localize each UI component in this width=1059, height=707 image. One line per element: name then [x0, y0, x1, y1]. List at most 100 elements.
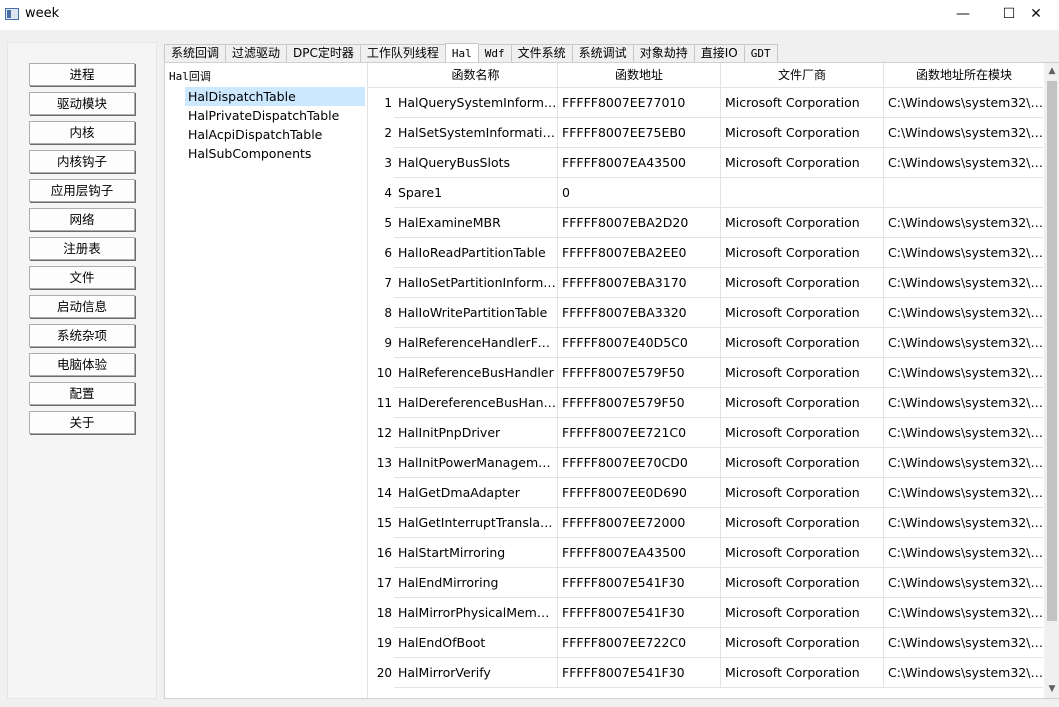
nav-button[interactable]: 内核钩子	[29, 150, 135, 173]
module-cell: C:\Windows\system32\ntoskrnl.exe	[884, 388, 1043, 418]
row-number: 20	[376, 666, 392, 680]
table-row[interactable]: 20 HalMirrorVerify FFFFF8007E541F30 Microso…	[368, 658, 1043, 688]
column-header-module[interactable]: 函数地址所在模块	[884, 63, 1043, 88]
table-row[interactable]: 2 HalSetSystemInformation FFFFF8007EE75EB0…	[368, 118, 1043, 148]
module-cell: C:\Windows\system32\ntoskrnl.exe	[884, 208, 1043, 238]
function-name-cell: HalQuerySystemInformation	[394, 88, 558, 118]
column-header-function-address[interactable]: 函数地址	[558, 63, 721, 88]
row-number: 14	[376, 486, 392, 500]
function-address-cell: FFFFF8007EBA2EE0	[558, 238, 721, 268]
table-row[interactable]: 6 HalIoReadPartitionTable FFFFF8007EBA2EE0…	[368, 238, 1043, 268]
vendor-cell: Microsoft Corporation	[721, 208, 884, 238]
hal-table: 函数名称 函数地址 文件厂商 函数地址所在模块 1 HalQuerySystemI…	[367, 63, 1043, 698]
function-name-cell: HalInitPnpDriver	[394, 418, 558, 448]
vendor-cell: Microsoft Corporation	[721, 358, 884, 388]
vendor-cell: Microsoft Corporation	[721, 448, 884, 478]
chevron-down-icon[interactable]: ▼	[1044, 681, 1059, 698]
tab[interactable]: GDT	[743, 44, 778, 63]
table-row[interactable]: 5 HalExamineMBR FFFFF8007EBA2D20 Microsoft …	[368, 208, 1043, 238]
function-name-cell: HalGetInterruptTranslator	[394, 508, 558, 538]
table-header: 函数名称 函数地址 文件厂商 函数地址所在模块	[368, 63, 1043, 88]
table-row[interactable]: 19 HalEndOfBoot FFFFF8007EE722C0 Microsoft …	[368, 628, 1043, 658]
vendor-cell: Microsoft Corporation	[721, 538, 884, 568]
content-area: Hal回调 HalDispatchTable HalPrivateDispatch…	[164, 62, 1059, 699]
hal-tree: Hal回调 HalDispatchTable HalPrivateDispatch…	[165, 63, 367, 698]
row-number: 6	[384, 246, 392, 260]
nav-button[interactable]: 进程	[29, 63, 135, 86]
tree-item[interactable]: HalSubComponents	[185, 144, 365, 163]
nav-button[interactable]: 注册表	[29, 237, 135, 260]
vendor-cell: Microsoft Corporation	[721, 118, 884, 148]
module-cell: C:\Windows\system32\ntoskrnl.exe	[884, 568, 1043, 598]
table-row[interactable]: 13 HalInitPowerManagement FFFFF8007EE70CD0…	[368, 448, 1043, 478]
module-cell: C:\Windows\system32\hal.dll	[884, 478, 1043, 508]
table-row[interactable]: 1 HalQuerySystemInformation FFFFF8007EE770…	[368, 88, 1043, 118]
close-button[interactable]: ✕	[1013, 0, 1059, 30]
tab[interactable]: DPC定时器	[286, 44, 360, 63]
tree-item[interactable]: HalDispatchTable	[185, 87, 365, 106]
table-row[interactable]: 16 HalStartMirroring FFFFF8007EA43500 Micro…	[368, 538, 1043, 568]
tab[interactable]: 过滤驱动	[225, 44, 287, 63]
tab[interactable]: 文件系统	[510, 44, 572, 63]
row-number: 13	[376, 456, 392, 470]
module-cell: C:\Windows\system32\hal.dll	[884, 508, 1043, 538]
tab[interactable]: 直接IO	[693, 44, 744, 63]
nav-button[interactable]: 网络	[29, 208, 135, 231]
function-address-cell: FFFFF8007E541F30	[558, 658, 721, 688]
nav-button[interactable]: 驱动模块	[29, 92, 135, 115]
scrollbar-thumb[interactable]	[1047, 81, 1057, 621]
function-address-cell: FFFFF8007EBA3170	[558, 268, 721, 298]
nav-button[interactable]: 关于	[29, 411, 135, 434]
function-address-cell: FFFFF8007EE72000	[558, 508, 721, 538]
module-cell: C:\Windows\system32\hal.dll	[884, 418, 1043, 448]
table-row[interactable]: 15 HalGetInterruptTranslator FFFFF8007EE72…	[368, 508, 1043, 538]
tab[interactable]: 工作队列线程	[359, 44, 445, 63]
row-number: 9	[384, 336, 392, 350]
table-row[interactable]: 10 HalReferenceBusHandler FFFFF8007E579F50…	[368, 358, 1043, 388]
column-header-vendor[interactable]: 文件厂商	[721, 63, 884, 88]
vendor-cell: Microsoft Corporation	[721, 238, 884, 268]
table-row[interactable]: 18 HalMirrorPhysicalMemory FFFFF8007E541F3…	[368, 598, 1043, 628]
row-number: 15	[376, 516, 392, 530]
module-cell: C:\Windows\system32\ntoskrnl.exe	[884, 298, 1043, 328]
nav-button[interactable]: 文件	[29, 266, 135, 289]
function-name-cell: HalSetSystemInformation	[394, 118, 558, 148]
table-row[interactable]: 14 HalGetDmaAdapter FFFFF8007EE0D690 Micros…	[368, 478, 1043, 508]
function-name-cell: HalIoWritePartitionTable	[394, 298, 558, 328]
vendor-cell: Microsoft Corporation	[721, 148, 884, 178]
nav-button[interactable]: 启动信息	[29, 295, 135, 318]
column-header-function-name[interactable]: 函数名称	[394, 63, 558, 88]
nav-button[interactable]: 内核	[29, 121, 135, 144]
tree-item[interactable]: HalAcpiDispatchTable	[185, 125, 365, 144]
row-number: 1	[384, 96, 392, 110]
title-bar: week — ☐ ✕	[0, 0, 1059, 30]
tree-item[interactable]: HalPrivateDispatchTable	[185, 106, 365, 125]
vertical-scrollbar[interactable]: ▲ ▼	[1044, 63, 1059, 698]
tree-root[interactable]: Hal回调	[169, 68, 211, 84]
module-cell: C:\Windows\system32\hal.dll	[884, 88, 1043, 118]
table-row[interactable]: 12 HalInitPnpDriver FFFFF8007EE721C0 Micros…	[368, 418, 1043, 448]
chevron-up-icon[interactable]: ▲	[1044, 63, 1059, 80]
table-row[interactable]: 3 HalQueryBusSlots FFFFF8007EA43500 Microso…	[368, 148, 1043, 178]
tab[interactable]: 系统回调	[164, 44, 226, 63]
nav-button[interactable]: 电脑体验	[29, 353, 135, 376]
tab[interactable]: 系统调试	[571, 44, 633, 63]
table-row[interactable]: 9 HalReferenceHandlerForBus FFFFF8007E40D5…	[368, 328, 1043, 358]
tab[interactable]: Wdf	[477, 44, 511, 63]
table-row[interactable]: 7 HalIoSetPartitionInformation FFFFF8007EB…	[368, 268, 1043, 298]
window-title: week	[25, 6, 60, 21]
nav-button[interactable]: 应用层钩子	[29, 179, 135, 202]
table-row[interactable]: 4 Spare1 0	[368, 178, 1043, 208]
tab[interactable]: Hal	[444, 43, 478, 64]
table-row[interactable]: 17 HalEndMirroring FFFFF8007E541F30 Microso…	[368, 568, 1043, 598]
row-number: 11	[376, 396, 392, 410]
tab-bar: 系统回调 过滤驱动 DPC定时器 工作队列线程 Hal Wdf 文件系统 系统调试 对象劫持 直接…	[164, 43, 778, 64]
function-address-cell: FFFFF8007EE75EB0	[558, 118, 721, 148]
nav-button[interactable]: 系统杂项	[29, 324, 135, 347]
minimize-button[interactable]: —	[940, 0, 986, 30]
table-row[interactable]: 11 HalDereferenceBusHandler FFFFF8007E579F…	[368, 388, 1043, 418]
tab[interactable]: 对象劫持	[632, 44, 694, 63]
table-row[interactable]: 8 HalIoWritePartitionTable FFFFF8007EBA332…	[368, 298, 1043, 328]
module-cell: C:\Windows\system32\ntoskrnl.exe	[884, 328, 1043, 358]
nav-button[interactable]: 配置	[29, 382, 135, 405]
